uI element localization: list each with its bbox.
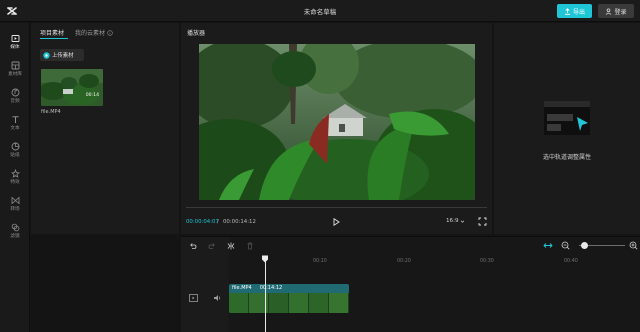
aspect-ratio-value: 16:9 [446,218,459,224]
clip-frame [309,293,329,313]
effects-icon [10,169,20,178]
zoom-out-icon[interactable] [561,241,570,250]
playback-progress-bar[interactable] [186,207,487,208]
media-icon [11,35,19,42]
video-track-icon[interactable] [189,294,198,302]
clip-frame [329,293,349,313]
upload-label: 上传素材 [52,53,74,59]
rail-label: 媒体 [10,45,20,50]
filter-icon [11,223,19,232]
login-label: 登录 [614,8,627,16]
select-track-illustration-icon [544,101,590,135]
rail-item-transition[interactable]: 转场 [0,191,30,217]
fullscreen-icon[interactable] [478,217,487,226]
rail-item-audio[interactable]: 音频 [0,83,30,109]
zoom-in-icon[interactable] [629,241,638,250]
upload-circle-icon [43,51,50,59]
tab-project-media[interactable]: 项目素材 [40,28,64,37]
rail-label: 转场 [10,207,20,212]
tab-cloud-media[interactable]: 我的云素材 [75,28,113,37]
properties-hint: 选中轨道调整属性 [542,154,591,161]
rail-item-effects[interactable]: 特效 [0,164,30,190]
player-panel: 播放器 00:00:04:07 / 00:00:14:12 16:9 [181,23,492,234]
timeline-panel: 00:10 00:20 00:30 00:40 file.MP4 00:14:1… [181,236,640,332]
track-header [181,237,229,332]
volume-icon[interactable] [213,294,222,302]
time-tick: 00:30 [480,259,494,264]
redo-icon[interactable] [208,242,216,250]
clip-duration: 00:14:12 [259,285,283,291]
properties-panel: 选中轨道调整属性 [494,23,640,234]
rail-label: 贴纸 [10,153,20,158]
library-icon [11,61,19,70]
play-icon[interactable] [331,217,341,227]
time-separator: / [217,219,219,225]
rail-label: 音频 [10,99,20,104]
left-rail: 媒体 素材库 音频 文本 贴纸 特效 转场 滤镜 [0,23,30,332]
current-time: 00:00:04:07 [186,219,219,225]
rail-item-library[interactable]: 素材库 [0,56,30,82]
text-icon [12,116,18,123]
jungle-thumbnail-image [41,69,103,106]
media-duration: 00:14 [85,93,99,98]
project-title: 未命名草稿 [303,8,337,16]
info-icon [107,29,113,36]
user-icon [606,7,612,15]
login-button[interactable]: 登录 [598,4,634,18]
player-label: 播放器 [187,30,206,37]
rail-label: 滤镜 [10,234,20,239]
upload-media-button[interactable]: 上传素材 [40,49,84,61]
clip-label: file.MP4 00:14:12 [232,285,282,291]
top-bar: 未命名草稿 导出 登录 [0,0,640,22]
export-label: 导出 [572,8,585,16]
export-button[interactable]: 导出 [557,4,592,18]
aspect-ratio-select[interactable]: 16:9 [446,218,465,224]
playhead-line[interactable] [265,259,266,332]
split-icon[interactable] [227,242,235,250]
transition-icon [11,196,19,205]
rail-item-sticker[interactable]: 贴纸 [0,137,30,163]
rail-item-text[interactable]: 文本 [0,110,30,136]
undo-icon[interactable] [189,242,197,250]
video-viewport[interactable] [199,44,475,200]
active-tab-indicator [40,38,68,39]
audio-icon [11,88,19,97]
total-time: 00:00:14:12 [223,219,256,225]
time-tick: 00:40 [564,259,578,264]
magnet-snap-icon[interactable] [543,241,553,250]
media-thumbnail[interactable]: 00:14 [41,69,103,106]
media-panel: 项目素材 我的云素材 上传素材 00:14 file.MP4 [31,23,179,234]
tab-cloud-label: 我的云素材 [75,30,106,37]
jungle-video-frame [199,44,475,200]
rail-item-media[interactable]: 媒体 [0,29,30,55]
time-tick: 00:10 [313,259,327,264]
clip-frame [289,293,309,313]
clip-frame [249,293,269,313]
upload-icon [564,7,570,15]
clip-name: file.MP4 [232,285,252,291]
clip-filmstrip [229,293,349,313]
time-tick: 00:20 [397,259,411,264]
playhead-handle-icon[interactable] [261,255,269,263]
zoom-slider-handle[interactable] [581,242,588,249]
rail-label: 素材库 [8,72,22,77]
sticker-icon [11,142,19,151]
delete-icon[interactable] [246,242,254,250]
rail-label: 特效 [10,180,20,185]
rail-item-filter[interactable]: 滤镜 [0,218,30,244]
video-clip[interactable]: file.MP4 00:14:12 [229,284,349,313]
clip-frame [229,293,249,313]
media-filename: file.MP4 [41,109,61,115]
clip-frame [269,293,289,313]
chevron-down-icon [460,220,464,223]
rail-label: 文本 [10,126,20,131]
